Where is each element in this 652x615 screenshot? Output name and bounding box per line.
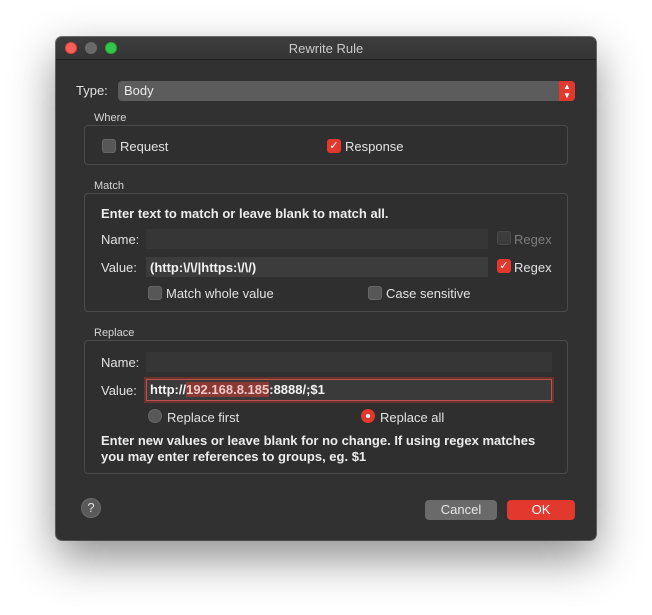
match-value-input[interactable]: (http:\/\/|https:\/\/)	[146, 257, 488, 277]
replace-help-text: Enter new values or leave blank for no c…	[101, 433, 536, 464]
type-label: Type:	[76, 83, 108, 98]
replace-group-title: Replace	[94, 327, 135, 339]
replace-first-radio[interactable]	[148, 409, 162, 423]
response-label: Response	[345, 139, 404, 154]
ok-button[interactable]: OK	[507, 500, 575, 520]
case-sensitive-label: Case sensitive	[386, 286, 471, 301]
replace-all-label: Replace all	[380, 410, 445, 425]
replace-value-input[interactable]: http://192.168.8.185:8888/;$1	[146, 379, 552, 401]
match-name-regex-label: Regex	[514, 232, 552, 247]
match-value-label: Value:	[101, 260, 137, 275]
replace-all-radio[interactable]	[361, 409, 375, 423]
chevron-up-down-icon: ▲ ▼	[559, 81, 575, 101]
match-instruction: Enter text to match or leave blank to ma…	[101, 206, 389, 221]
where-group-title: Where	[94, 112, 127, 124]
rewrite-rule-dialog: Rewrite Rule Type: Body ▲ ▼ Where Request…	[56, 37, 596, 540]
match-name-regex-checkbox[interactable]	[497, 231, 511, 245]
match-whole-value-label: Match whole value	[166, 286, 274, 301]
match-whole-value-checkbox[interactable]	[148, 286, 162, 300]
window-title: Rewrite Rule	[288, 41, 364, 56]
replace-group: Name: Value: http://192.168.8.185:8888/;…	[84, 340, 568, 474]
match-name-input[interactable]	[146, 229, 488, 249]
match-group-title: Match	[94, 180, 124, 192]
match-name-label: Name:	[101, 232, 140, 247]
replace-value-text: http://192.168.8.185:8888/;$1	[150, 382, 325, 397]
type-select-value: Body	[124, 83, 154, 98]
case-sensitive-checkbox[interactable]	[368, 286, 382, 300]
match-group: Enter text to match or leave blank to ma…	[84, 193, 568, 312]
replace-name-label: Name:	[101, 355, 140, 370]
help-button[interactable]: ?	[81, 498, 101, 518]
match-value-regex-checkbox[interactable]: ✓	[497, 259, 511, 273]
match-value-text: (http:\/\/|https:\/\/)	[150, 260, 257, 275]
replace-name-input[interactable]	[146, 352, 552, 372]
where-group: Request ✓ Response	[84, 125, 568, 165]
match-value-regex-label: Regex	[514, 260, 552, 275]
request-label: Request	[120, 139, 169, 154]
cancel-button[interactable]: Cancel	[425, 500, 497, 520]
replace-value-label: Value:	[101, 383, 137, 398]
replace-first-label: Replace first	[167, 410, 240, 425]
request-checkbox[interactable]	[102, 139, 116, 153]
selected-text: 192.168.8.185	[186, 382, 270, 397]
type-select[interactable]: Body ▲ ▼	[118, 81, 575, 101]
title-bar: Rewrite Rule	[56, 37, 596, 60]
response-checkbox[interactable]: ✓	[327, 139, 341, 153]
